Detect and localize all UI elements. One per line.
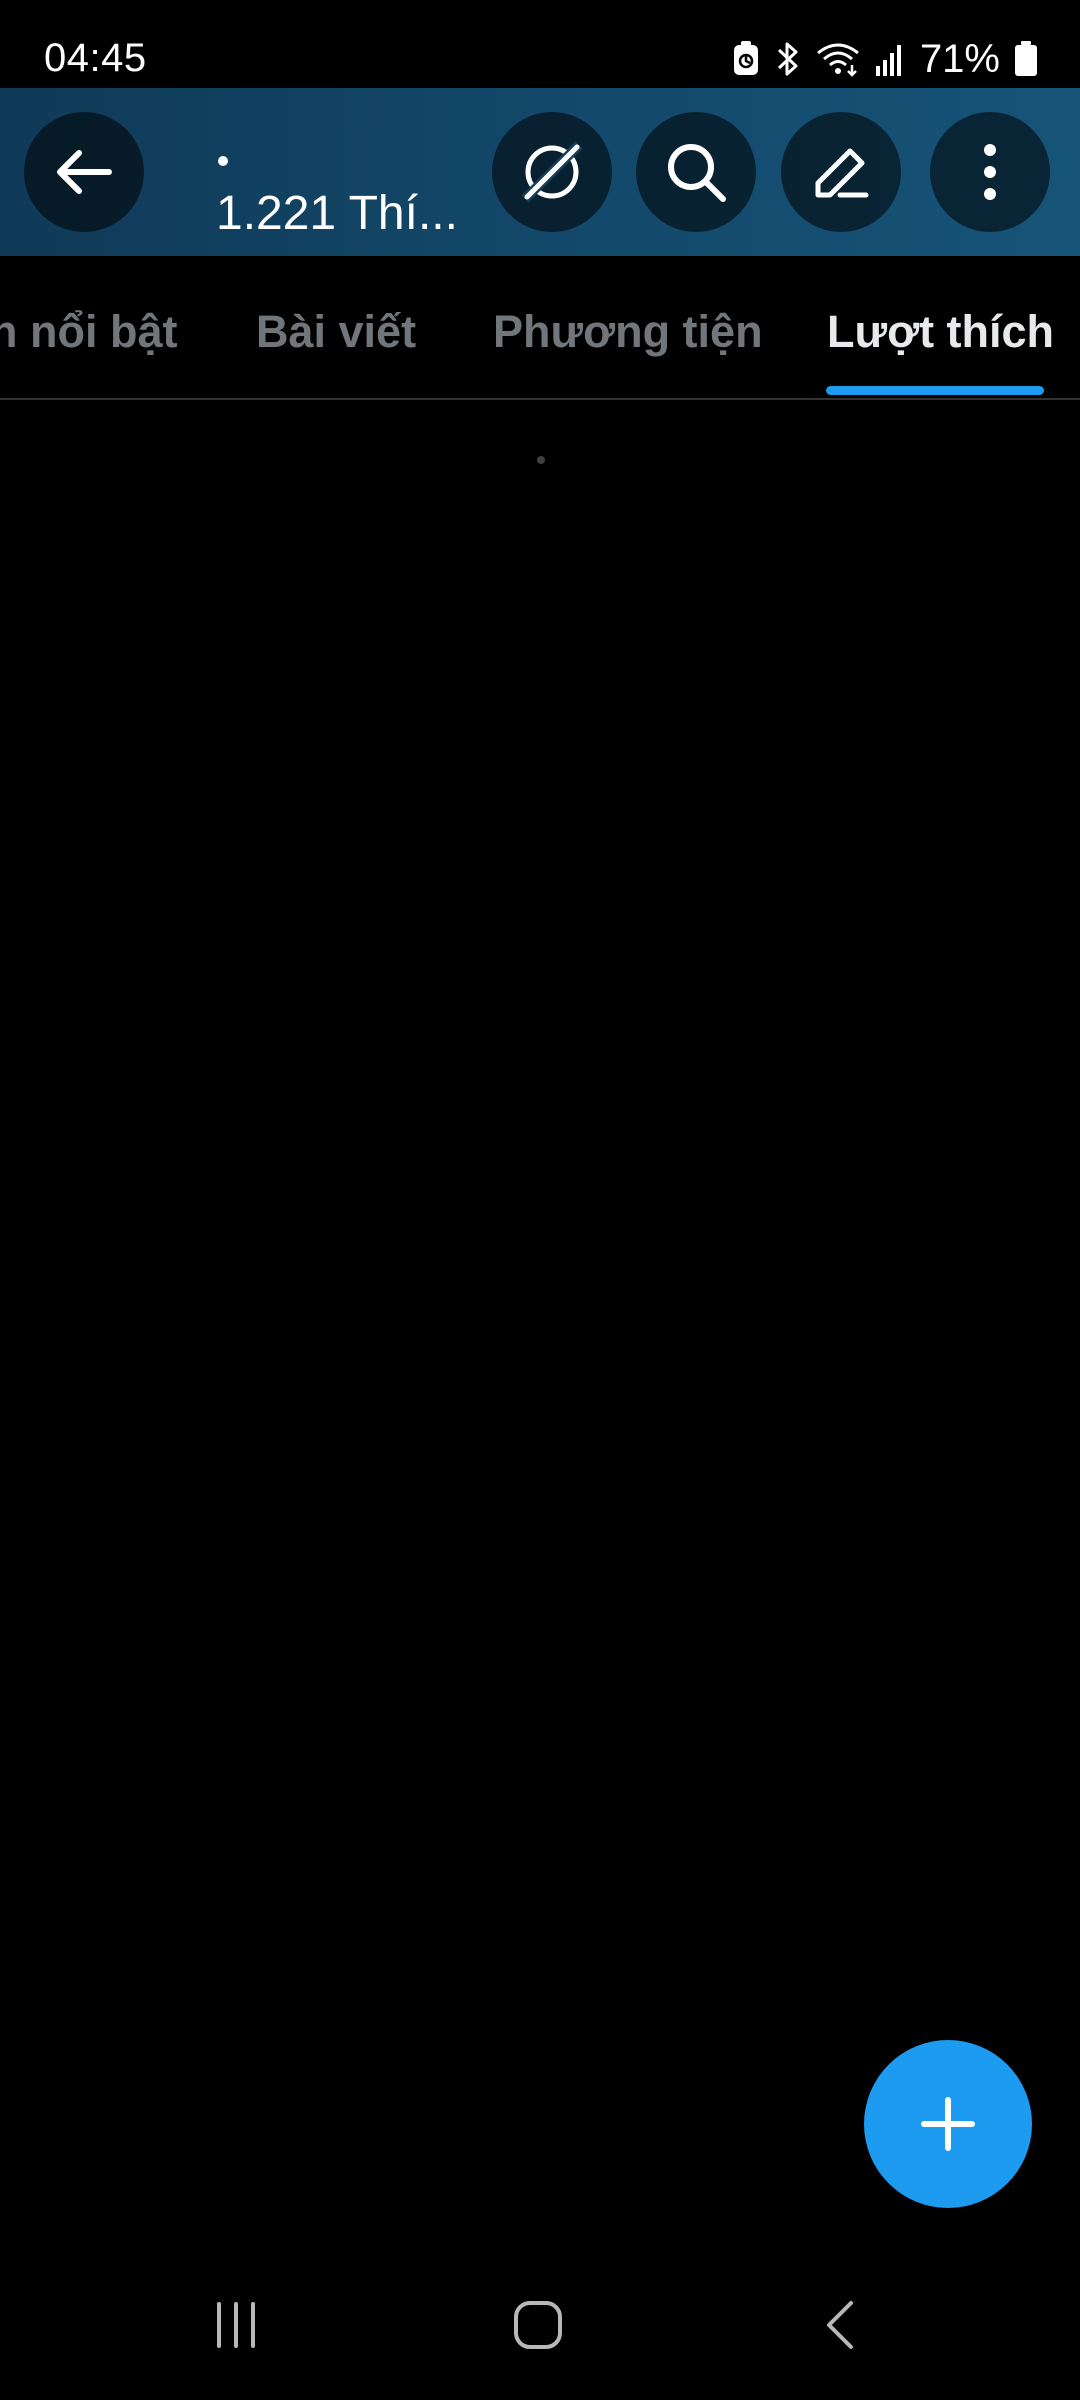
tab-highlights[interactable]: n nổi bật — [0, 306, 177, 358]
status-icons: 71% — [732, 36, 1038, 82]
back-button[interactable] — [24, 112, 144, 232]
active-tab-indicator — [826, 386, 1044, 395]
edit-icon — [815, 148, 869, 198]
battery-saver-icon — [732, 41, 760, 77]
search-button[interactable] — [636, 112, 756, 232]
plus-icon — [921, 2097, 975, 2151]
tab-posts[interactable]: Bài viết — [256, 306, 416, 358]
edit-button[interactable] — [781, 112, 901, 232]
back-icon — [827, 2301, 853, 2349]
battery-icon — [1014, 41, 1038, 77]
profile-header: 1.221 Thí... — [0, 88, 1080, 256]
bluetooth-icon — [774, 40, 802, 78]
loading-indicator — [537, 456, 545, 464]
system-nav-bar — [0, 2248, 1080, 2400]
header-subtitle: 1.221 Thí... — [216, 187, 458, 240]
back-arrow-icon — [57, 150, 112, 194]
battery-percent: 71% — [919, 36, 1000, 81]
search-icon — [668, 144, 726, 202]
wifi-icon — [816, 41, 860, 77]
profile-tabs: n nổi bật Bài viết Phương tiện Lượt thíc… — [0, 256, 1080, 400]
signal-icon — [874, 42, 906, 76]
header-title — [218, 156, 228, 166]
more-vertical-icon — [984, 144, 996, 200]
recents-button[interactable] — [196, 2292, 276, 2358]
tab-likes[interactable]: Lượt thích — [827, 306, 1054, 358]
grok-icon — [521, 141, 583, 203]
grok-button[interactable] — [492, 112, 612, 232]
compose-fab-button[interactable] — [864, 2040, 1032, 2208]
tab-media[interactable]: Phương tiện — [493, 306, 763, 358]
more-options-button[interactable] — [930, 112, 1050, 232]
home-button[interactable] — [498, 2292, 578, 2358]
system-back-button[interactable] — [800, 2292, 880, 2358]
home-icon — [514, 2301, 562, 2349]
status-time: 04:45 — [44, 36, 147, 80]
recents-icon — [217, 2302, 255, 2348]
tab-content-area[interactable] — [0, 402, 1080, 2242]
status-bar: 04:45 71% — [0, 0, 1080, 88]
